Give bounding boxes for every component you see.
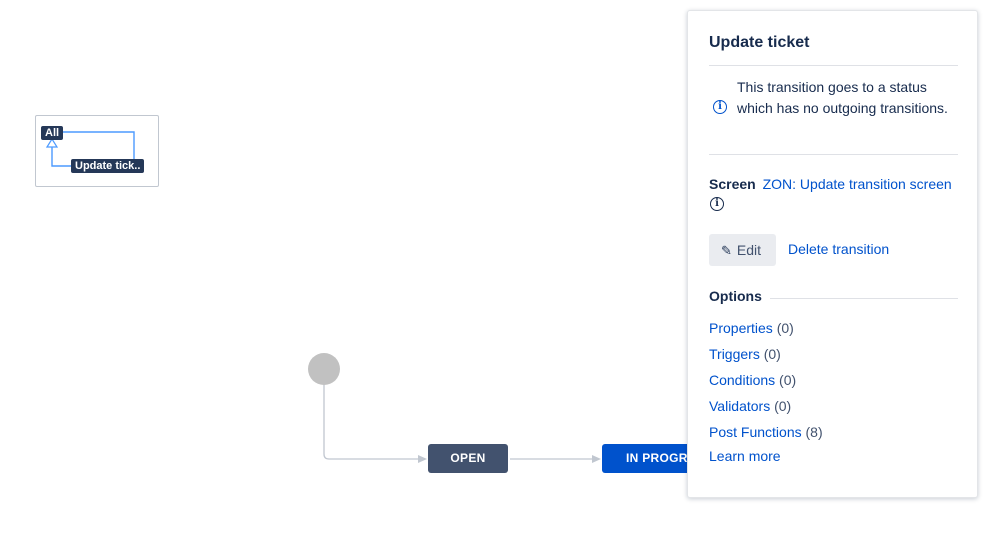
options-heading: Options: [709, 288, 770, 304]
start-node[interactable]: [308, 353, 340, 385]
panel-title: Update ticket: [709, 34, 810, 51]
options-divider: [768, 298, 958, 299]
option-properties: Properties (0): [709, 318, 794, 338]
screen-info-icon[interactable]: i: [710, 197, 724, 211]
validators-count: (0): [774, 398, 792, 414]
conditions-count: (0): [779, 372, 797, 388]
pencil-icon: ✎: [721, 243, 732, 258]
triggers-link[interactable]: Triggers: [709, 346, 760, 362]
triggers-count: (0): [763, 346, 781, 362]
post-functions-count: (8): [805, 424, 823, 440]
edit-button[interactable]: ✎ Edit: [709, 234, 776, 266]
screen-link[interactable]: ZON: Update transition screen: [763, 176, 952, 192]
info-message: This transition goes to a status which h…: [737, 79, 948, 116]
start-connector: [323, 385, 418, 460]
option-validators: Validators (0): [709, 396, 791, 416]
transition-details-panel: Update ticket i This transition goes to …: [687, 10, 978, 498]
option-post-functions: Post Functions (8): [709, 422, 823, 442]
properties-count: (0): [776, 320, 794, 336]
delete-transition-link[interactable]: Delete transition: [788, 241, 889, 257]
screen-label: Screen: [709, 176, 756, 192]
minimap-transition-chip: Update tick..: [71, 159, 145, 173]
minimap-all-chip: All: [41, 126, 64, 140]
conditions-link[interactable]: Conditions: [709, 372, 775, 388]
minimap-arrow-icon: [45, 137, 59, 148]
divider: [709, 154, 958, 155]
option-triggers: Triggers (0): [709, 344, 781, 364]
properties-link[interactable]: Properties: [709, 320, 773, 336]
open-arrowhead: [592, 455, 601, 463]
option-conditions: Conditions (0): [709, 370, 796, 390]
transition-minimap: All Update tick..: [35, 115, 159, 187]
info-icon: i: [713, 100, 727, 114]
edit-button-label: Edit: [736, 242, 762, 258]
validators-link[interactable]: Validators: [709, 398, 770, 414]
divider: [709, 65, 958, 66]
post-functions-link[interactable]: Post Functions: [709, 424, 802, 440]
screen-row: Screen ZON: Update transition screen: [709, 174, 952, 194]
start-arrowhead: [418, 455, 427, 463]
learn-more-link[interactable]: Learn more: [709, 448, 781, 464]
status-open[interactable]: OPEN: [428, 444, 508, 473]
